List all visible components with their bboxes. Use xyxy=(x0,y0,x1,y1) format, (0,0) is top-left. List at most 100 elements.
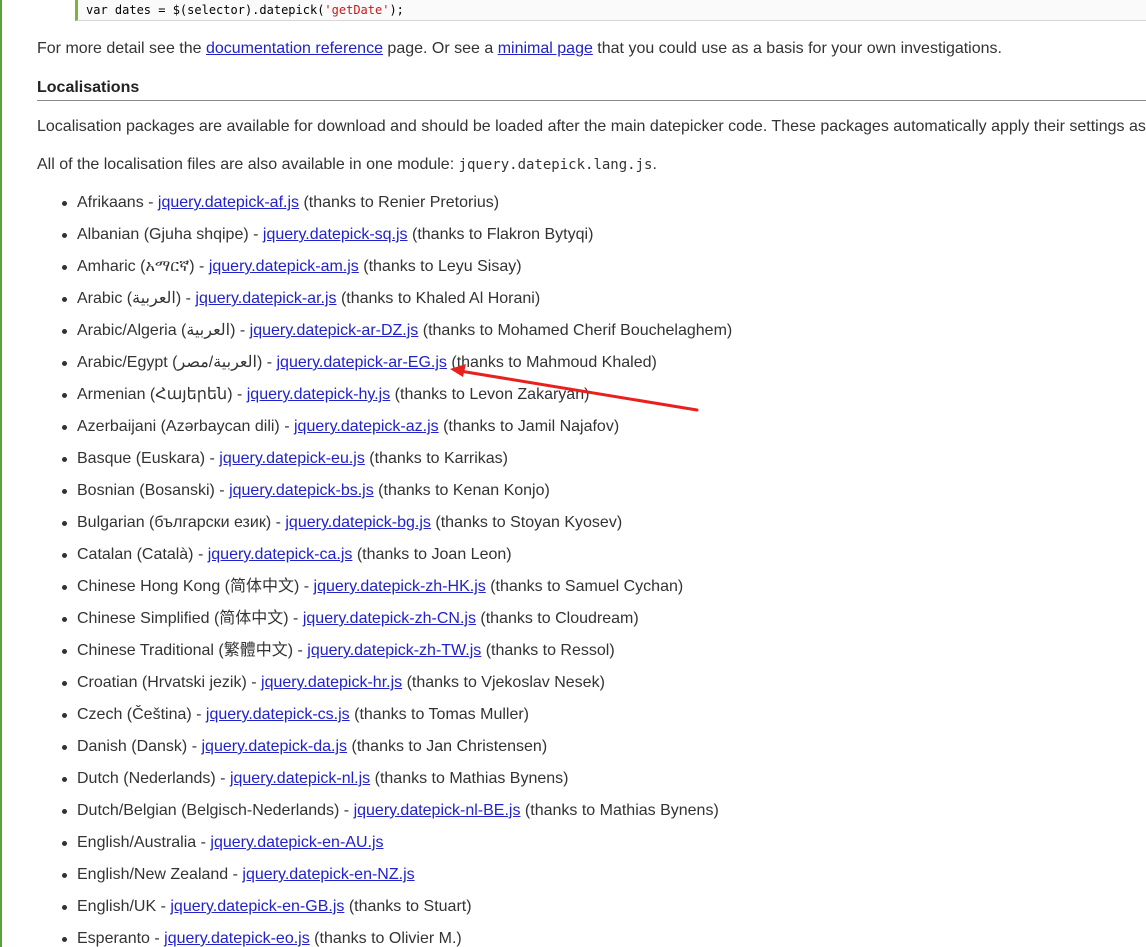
language-credit: (thanks to Karrikas) xyxy=(364,450,508,467)
localisations-module-note: All of the localisation files are also a… xyxy=(37,156,657,174)
language-credit: (thanks to Flakron Bytyqi) xyxy=(407,226,594,243)
list-item: Croatian (Hrvatski jezik) - jquery.datep… xyxy=(61,672,732,704)
language-file-link[interactable]: jquery.datepick-az.js xyxy=(294,418,439,435)
detail-text-after: that you could use as a basis for your o… xyxy=(592,40,1002,57)
language-file-link[interactable]: jquery.datepick-bg.js xyxy=(285,514,431,531)
language-file-link[interactable]: jquery.datepick-af.js xyxy=(158,194,299,211)
list-item: Czech (Čeština) - jquery.datepick-cs.js … xyxy=(61,704,732,736)
language-name: English/New Zealand - xyxy=(77,866,243,883)
language-credit: (thanks to Jamil Najafov) xyxy=(438,418,620,435)
language-credit: (thanks to Olivier M.) xyxy=(309,930,462,947)
language-file-link[interactable]: jquery.datepick-zh-CN.js xyxy=(303,610,476,627)
language-credit: (thanks to Mahmoud Khaled) xyxy=(446,354,657,371)
list-item: Chinese Traditional (繁體中文) - jquery.date… xyxy=(61,640,732,672)
language-file-link[interactable]: jquery.datepick-eu.js xyxy=(219,450,365,467)
language-name: Chinese Simplified (简体中文) - xyxy=(77,610,303,627)
detail-text-before: For more detail see the xyxy=(37,40,206,57)
heading-divider xyxy=(37,100,1146,101)
language-name: Amharic (አማርኛ) - xyxy=(77,258,209,275)
localisation-list: Afrikaans - jquery.datepick-af.js (thank… xyxy=(0,192,732,947)
language-credit: (thanks to Vjekoslav Nesek) xyxy=(402,674,605,691)
language-file-link[interactable]: jquery.datepick-en-AU.js xyxy=(210,834,383,851)
language-name: Afrikaans - xyxy=(77,194,158,211)
language-credit: (thanks to Mathias Bynens) xyxy=(370,770,569,787)
list-item: Chinese Simplified (简体中文) - jquery.datep… xyxy=(61,608,732,640)
language-name: Arabic (العربية) - xyxy=(77,290,196,307)
language-name: Basque (Euskara) - xyxy=(77,450,220,467)
language-file-link[interactable]: jquery.datepick-ca.js xyxy=(208,546,353,563)
language-file-link[interactable]: jquery.datepick-ar-EG.js xyxy=(276,354,446,371)
language-name: Dutch/Belgian (Belgisch-Nederlands) - xyxy=(77,802,354,819)
language-credit: (thanks to Levon Zakaryan) xyxy=(390,386,590,403)
language-name: Chinese Traditional (繁體中文) - xyxy=(77,642,308,659)
list-item: Dutch (Nederlands) - jquery.datepick-nl.… xyxy=(61,768,732,800)
language-file-link[interactable]: jquery.datepick-ar.js xyxy=(195,290,336,307)
language-file-link[interactable]: jquery.datepick-hr.js xyxy=(261,674,402,691)
language-credit: (thanks to Cloudream) xyxy=(475,610,639,627)
list-item: Arabic/Egypt (العربية/مصر) - jquery.date… xyxy=(61,352,732,384)
language-credit: (thanks to Joan Leon) xyxy=(352,546,512,563)
list-item: Albanian (Gjuha shqipe) - jquery.datepic… xyxy=(61,224,732,256)
language-credit: (thanks to Stoyan Kyosev) xyxy=(430,514,623,531)
list-item: Armenian (Հայերեն) - jquery.datepick-hy.… xyxy=(61,384,732,416)
list-item: Azerbaijani (Azərbaycan dili) - jquery.d… xyxy=(61,416,732,448)
language-name: Chinese Hong Kong (简体中文) - xyxy=(77,578,314,595)
language-credit: (thanks to Leyu Sisay) xyxy=(358,258,522,275)
language-file-link[interactable]: jquery.datepick-cs.js xyxy=(206,706,350,723)
list-item: Amharic (አማርኛ) - jquery.datepick-am.js (… xyxy=(61,256,732,288)
language-file-link[interactable]: jquery.datepick-sq.js xyxy=(263,226,408,243)
language-file-link[interactable]: jquery.datepick-nl-BE.js xyxy=(354,802,521,819)
language-file-link[interactable]: jquery.datepick-bs.js xyxy=(229,482,374,499)
list-item: Afrikaans - jquery.datepick-af.js (thank… xyxy=(61,192,732,224)
documentation-reference-link[interactable]: documentation reference xyxy=(206,40,383,57)
list-item: Chinese Hong Kong (简体中文) - jquery.datepi… xyxy=(61,576,732,608)
list-item: Catalan (Català) - jquery.datepick-ca.js… xyxy=(61,544,732,576)
list-item: English/UK - jquery.datepick-en-GB.js (t… xyxy=(61,896,732,928)
language-name: English/Australia - xyxy=(77,834,211,851)
language-name: Arabic/Algeria (العربية) - xyxy=(77,322,250,339)
module-file-name: jquery.datepick.lang.js xyxy=(458,157,653,173)
detail-paragraph: For more detail see the documentation re… xyxy=(37,40,1002,58)
language-file-link[interactable]: jquery.datepick-ar-DZ.js xyxy=(250,322,419,339)
language-name: Albanian (Gjuha shqipe) - xyxy=(77,226,263,243)
code-prefix: var dates = $(selector).datepick( xyxy=(86,3,325,17)
language-credit: (thanks to Ressol) xyxy=(481,642,615,659)
list-item: Bosnian (Bosanski) - jquery.datepick-bs.… xyxy=(61,480,732,512)
module-text-before: All of the localisation files are also a… xyxy=(37,156,459,173)
language-file-link[interactable]: jquery.datepick-nl.js xyxy=(230,770,370,787)
language-credit: (thanks to Samuel Cychan) xyxy=(485,578,684,595)
language-file-link[interactable]: jquery.datepick-hy.js xyxy=(247,386,390,403)
minimal-page-link[interactable]: minimal page xyxy=(498,40,593,57)
list-item: Danish (Dansk) - jquery.datepick-da.js (… xyxy=(61,736,732,768)
list-item: Arabic (العربية) - jquery.datepick-ar.js… xyxy=(61,288,732,320)
language-name: Arabic/Egypt (العربية/مصر) - xyxy=(77,354,277,371)
localisations-intro: Localisation packages are available for … xyxy=(37,118,1146,135)
language-file-link[interactable]: jquery.datepick-en-GB.js xyxy=(170,898,344,915)
language-credit: (thanks to Mathias Bynens) xyxy=(520,802,719,819)
language-name: Croatian (Hrvatski jezik) - xyxy=(77,674,262,691)
language-file-link[interactable]: jquery.datepick-zh-TW.js xyxy=(307,642,481,659)
language-credit: (thanks to Jan Christensen) xyxy=(347,738,548,755)
language-name: Bulgarian (български език) - xyxy=(77,514,286,531)
list-item: Dutch/Belgian (Belgisch-Nederlands) - jq… xyxy=(61,800,732,832)
code-sample: var dates = $(selector).datepick('getDat… xyxy=(75,0,1146,21)
language-name: Armenian (Հայերեն) - xyxy=(77,386,247,403)
language-credit: (thanks to Mohamed Cherif Bouchelaghem) xyxy=(418,322,733,339)
code-string: 'getDate' xyxy=(324,3,390,17)
list-item: English/Australia - jquery.datepick-en-A… xyxy=(61,832,732,864)
language-file-link[interactable]: jquery.datepick-zh-HK.js xyxy=(314,578,486,595)
detail-text-middle: page. Or see a xyxy=(382,40,498,57)
language-name: Azerbaijani (Azərbaycan dili) - xyxy=(77,418,294,435)
code-suffix: ); xyxy=(389,3,404,17)
list-item: English/New Zealand - jquery.datepick-en… xyxy=(61,864,732,896)
language-credit: (thanks to Renier Pretorius) xyxy=(299,194,500,211)
language-file-link[interactable]: jquery.datepick-eo.js xyxy=(164,930,310,947)
language-file-link[interactable]: jquery.datepick-en-NZ.js xyxy=(242,866,414,883)
language-name: Danish (Dansk) - xyxy=(77,738,202,755)
language-credit: (thanks to Tomas Muller) xyxy=(349,706,530,723)
language-name: Bosnian (Bosanski) - xyxy=(77,482,230,499)
language-credit: (thanks to Khaled Al Horani) xyxy=(336,290,541,307)
language-file-link[interactable]: jquery.datepick-am.js xyxy=(209,258,359,275)
language-file-link[interactable]: jquery.datepick-da.js xyxy=(201,738,347,755)
language-name: English/UK - xyxy=(77,898,171,915)
